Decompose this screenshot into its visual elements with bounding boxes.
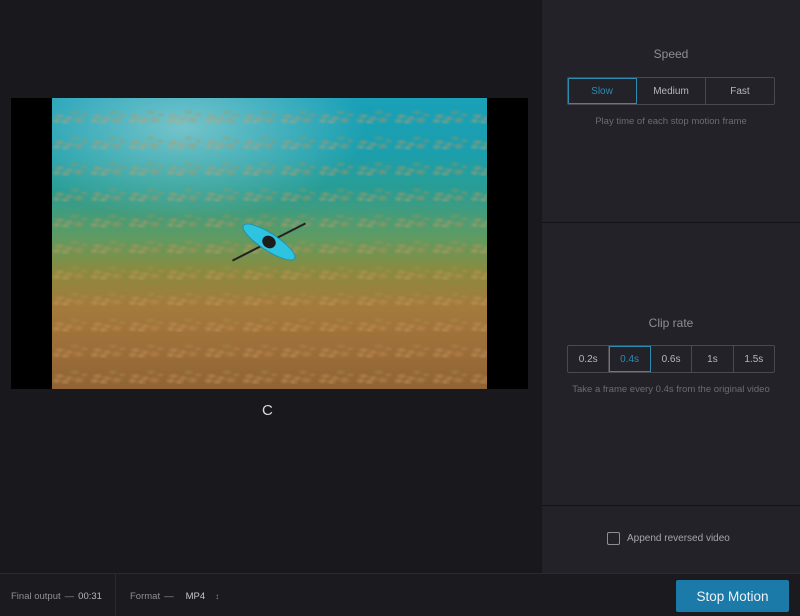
final-output-duration: 00:31 — [78, 591, 102, 602]
append-section: Append reversed video — [542, 506, 800, 573]
speed-hint: Play time of each stop motion frame — [595, 116, 747, 127]
clip-rate-option-0-2s[interactable]: 0.2s — [568, 346, 610, 372]
video-frame-image — [52, 98, 487, 389]
stop-motion-app: C Speed Slow Medium Fast Play time of ea… — [0, 0, 800, 616]
append-reversed-option[interactable]: Append reversed video — [607, 532, 730, 545]
speed-title: Speed — [653, 47, 689, 61]
updown-chevron-icon[interactable]: ↕ — [215, 592, 219, 601]
clip-rate-option-1s[interactable]: 1s — [692, 346, 734, 372]
clip-rate-option-0-4s[interactable]: 0.4s — [609, 346, 651, 372]
format-selector[interactable]: Format — MP4 ↕ — [130, 591, 219, 602]
append-reversed-checkbox[interactable] — [607, 532, 620, 545]
speed-option-medium[interactable]: Medium — [637, 78, 706, 104]
bottom-bar: Final output — 00:31 Format — MP4 ↕ Stop… — [0, 573, 800, 616]
preview-area: C — [0, 0, 542, 573]
loading-spinner-icon: C — [262, 402, 273, 419]
speed-selector: Slow Medium Fast — [567, 77, 775, 105]
clip-rate-option-0-6s[interactable]: 0.6s — [651, 346, 693, 372]
stop-motion-button[interactable]: Stop Motion — [676, 580, 789, 612]
final-output: Final output — 00:31 — [11, 591, 102, 602]
format-value[interactable]: MP4 — [186, 591, 206, 602]
video-player[interactable] — [11, 98, 528, 389]
speed-option-slow[interactable]: Slow — [568, 78, 637, 104]
speed-section: Speed Slow Medium Fast Play time of each… — [542, 0, 800, 223]
format-label: Format — [130, 591, 161, 602]
clip-rate-section: Clip rate 0.2s 0.4s 0.6s 1s 1.5s Take a … — [542, 223, 800, 506]
clip-rate-hint: Take a frame every 0.4s from the origina… — [572, 384, 770, 395]
bottom-divider — [115, 574, 116, 616]
clip-rate-selector: 0.2s 0.4s 0.6s 1s 1.5s — [567, 345, 775, 373]
clip-rate-title: Clip rate — [648, 316, 694, 330]
final-output-separator: — — [64, 591, 75, 602]
format-separator: — — [164, 591, 174, 602]
settings-sidebar: Speed Slow Medium Fast Play time of each… — [542, 0, 800, 573]
clip-rate-option-1-5s[interactable]: 1.5s — [734, 346, 774, 372]
append-reversed-label[interactable]: Append reversed video — [627, 533, 730, 544]
speed-option-fast[interactable]: Fast — [706, 78, 774, 104]
final-output-label: Final output — [11, 591, 61, 602]
